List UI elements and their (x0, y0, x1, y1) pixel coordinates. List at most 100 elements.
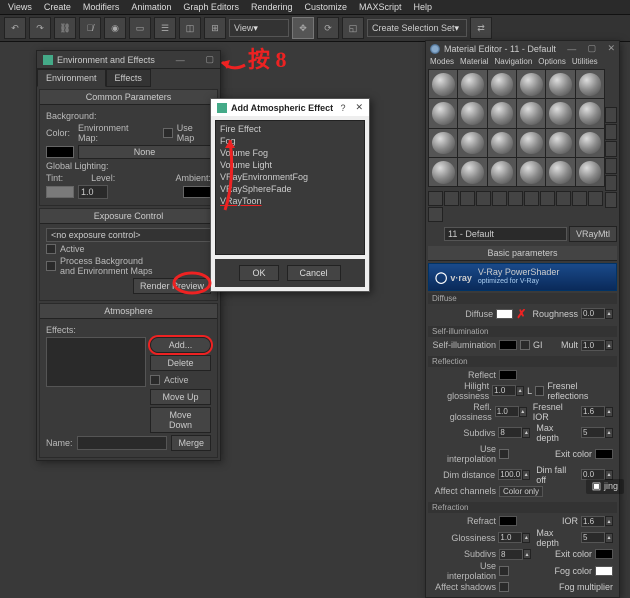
atmos-titlebar[interactable]: Add Atmospheric Effect ? ✕ (211, 99, 369, 116)
reflect-swatch[interactable] (499, 370, 517, 380)
put-library-icon[interactable] (524, 191, 539, 206)
mult-input[interactable] (581, 340, 605, 351)
spinner-icon[interactable]: ▴ (522, 533, 530, 543)
mat-slot[interactable] (517, 70, 545, 98)
mat-slot[interactable] (546, 99, 574, 127)
fresnelior-input[interactable] (581, 406, 605, 417)
view-dropdown[interactable]: View ▾ (229, 19, 289, 37)
mat-slot[interactable] (546, 70, 574, 98)
effects-list[interactable] (46, 337, 146, 387)
move-icon[interactable]: ✥ (292, 17, 314, 39)
show-end-icon[interactable] (572, 191, 587, 206)
minimize-icon[interactable]: — (176, 55, 185, 65)
gi-checkbox[interactable] (520, 340, 530, 350)
spinner-icon[interactable]: ▴ (522, 470, 530, 480)
maxdepth2-input[interactable] (581, 532, 605, 543)
make-unique-icon[interactable] (508, 191, 523, 206)
tint-swatch[interactable] (46, 186, 74, 198)
mat-slot[interactable] (458, 70, 486, 98)
mirror-icon[interactable]: ⇄ (470, 17, 492, 39)
rollout-common[interactable]: Common Parameters (40, 90, 217, 105)
spinner-icon[interactable]: ▴ (605, 407, 613, 417)
subdivs2-input[interactable] (499, 549, 523, 560)
material-id-icon[interactable] (540, 191, 555, 206)
select-icon[interactable]: ▭ (129, 17, 151, 39)
window-crossing-icon[interactable]: ⊞ (204, 17, 226, 39)
fogcolor-swatch[interactable] (595, 566, 613, 576)
rollout-atmosphere[interactable]: Atmosphere (40, 304, 217, 319)
refract-swatch[interactable] (499, 516, 517, 526)
menu-modifiers[interactable]: Modifiers (83, 2, 120, 12)
mat-slot[interactable] (546, 158, 574, 186)
active-checkbox[interactable] (46, 244, 56, 254)
mat-slot[interactable] (429, 129, 457, 157)
make-copy-icon[interactable] (492, 191, 507, 206)
mat-slot[interactable] (576, 158, 604, 186)
atmos-item-vollight[interactable]: Volume Light (218, 159, 362, 171)
atmos-cancel-button[interactable]: Cancel (287, 265, 341, 281)
selectionset-dropdown[interactable]: Create Selection Set ▾ (367, 19, 467, 37)
sample-type-icon[interactable] (605, 107, 617, 123)
rollout-exposure[interactable]: Exposure Control (40, 209, 217, 224)
atmos-close-icon[interactable]: ✕ (355, 102, 363, 113)
exposure-select[interactable]: <no exposure control> (46, 228, 211, 242)
mat-close-icon[interactable]: ✕ (607, 43, 615, 54)
atmos-ok-button[interactable]: OK (239, 265, 278, 281)
hilight-input[interactable] (492, 385, 516, 396)
roughness-input[interactable] (581, 308, 605, 319)
mat-slot[interactable] (429, 158, 457, 186)
subdivs-input[interactable] (498, 427, 522, 438)
material-name-input[interactable]: 11 - Default (444, 227, 567, 241)
mat-slot[interactable] (458, 129, 486, 157)
scale-icon[interactable]: ◱ (342, 17, 364, 39)
merge-button[interactable]: Merge (171, 435, 211, 451)
spinner-icon[interactable]: ▴ (523, 549, 531, 559)
fresnel-checkbox[interactable] (535, 386, 544, 396)
useinterp2-checkbox[interactable] (499, 566, 509, 576)
menu-help[interactable]: Help (414, 2, 433, 12)
material-type-button[interactable]: VRayMtl (569, 226, 617, 242)
level-input[interactable] (78, 185, 108, 199)
menu-maxscript[interactable]: MAXScript (359, 2, 402, 12)
atmos-item-volfog[interactable]: Volume Fog (218, 147, 362, 159)
mat-slot[interactable] (517, 99, 545, 127)
atmos-list[interactable]: Fire Effect Fog Volume Fog Volume Light … (215, 120, 365, 255)
reset-icon[interactable] (476, 191, 491, 206)
menu-grapheditors[interactable]: Graph Editors (183, 2, 239, 12)
affectch-select[interactable]: Color only (499, 486, 543, 497)
mat-max-icon[interactable]: ▢ (588, 43, 597, 54)
backlight-icon[interactable] (605, 124, 617, 140)
ambient-swatch[interactable] (183, 186, 211, 198)
menu-rendering[interactable]: Rendering (251, 2, 293, 12)
useinterp-checkbox[interactable] (499, 449, 509, 459)
mat-slot[interactable] (458, 99, 486, 127)
tab-effects[interactable]: Effects (106, 69, 151, 87)
moveup-button[interactable]: Move Up (150, 389, 211, 405)
uv-tile-icon[interactable] (605, 158, 617, 174)
spinner-icon[interactable]: ▴ (605, 309, 613, 319)
mat-titlebar[interactable]: Material Editor - 11 - Default — ▢ ✕ (426, 41, 619, 56)
envmap-none-button[interactable]: None (78, 145, 211, 159)
reflgloss-input[interactable] (495, 406, 519, 417)
get-material-icon[interactable] (428, 191, 443, 206)
menu-views[interactable]: Views (8, 2, 32, 12)
atmos-item-vrayspherefade[interactable]: VRaySphereFade (218, 183, 362, 195)
selfillum-swatch[interactable] (499, 340, 517, 350)
close-icon[interactable]: ▢ (205, 54, 214, 65)
mat-slot[interactable] (546, 129, 574, 157)
mat-menu-modes[interactable]: Modes (430, 57, 454, 66)
select-name-icon[interactable]: ☰ (154, 17, 176, 39)
ior-input[interactable] (581, 516, 605, 527)
undo-icon[interactable]: ↶ (4, 17, 26, 39)
env-titlebar[interactable]: Environment and Effects — ▢ (37, 51, 220, 69)
menu-customize[interactable]: Customize (304, 2, 347, 12)
make-preview-icon[interactable] (605, 192, 617, 208)
bind-icon[interactable]: ◉ (104, 17, 126, 39)
pick-icon[interactable] (428, 227, 442, 241)
video-check-icon[interactable] (605, 175, 617, 191)
exitcolor2-swatch[interactable] (595, 549, 613, 559)
tab-environment[interactable]: Environment (37, 69, 106, 87)
show-map-icon[interactable] (556, 191, 571, 206)
atmos-item-vrayenvfog[interactable]: VRayEnvironmentFog (218, 171, 362, 183)
spinner-icon[interactable]: ▴ (605, 533, 613, 543)
